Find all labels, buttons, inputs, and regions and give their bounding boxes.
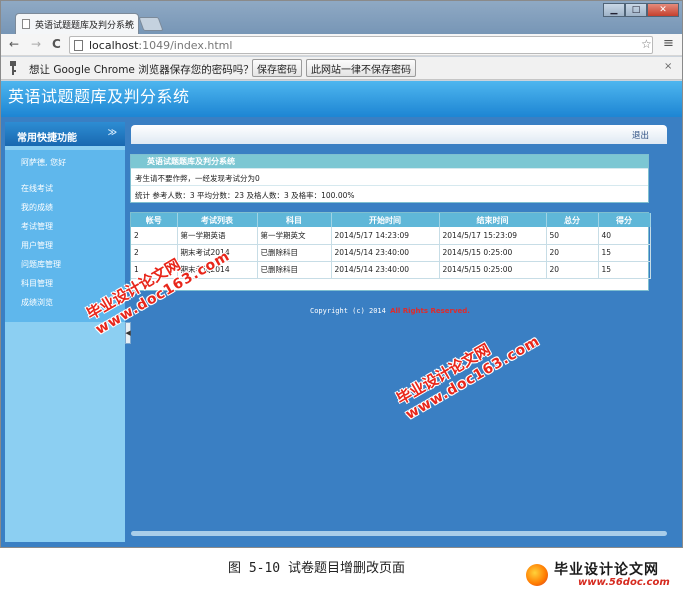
column-header: 总分 [546,213,599,227]
table-cell: 2014/5/17 14:23:09 [331,227,440,245]
sidebar-item-subject-management[interactable]: 科目管理 [21,278,53,289]
column-header: 结束时间 [439,213,547,227]
chevron-icon[interactable]: ≫ [108,128,117,138]
column-header: 开始时间 [331,213,440,227]
sidebar-item-exam-management[interactable]: 考试管理 [21,221,53,232]
site-logo: 毕业设计论文网 www.56doc.com [520,556,680,590]
app-title: 英语试题题库及判分系统 [8,87,190,106]
rights-text: All Rights Reserved. [390,307,470,315]
table-cell: 2014/5/17 15:23:09 [439,227,547,245]
chrome-menu-icon[interactable]: ≡ [663,36,674,51]
close-window-button[interactable]: ✕ [647,3,679,17]
infobar-close-icon[interactable]: × [664,61,672,72]
table-cell: 20 [546,261,599,279]
tab-close-icon[interactable]: × [125,18,133,29]
tab-strip: 英语试题题库及判分系统 × ▁ □ ✕ [1,1,682,34]
password-infobar: 想让 Google Chrome 浏览器保存您的密码吗？ 保存密码 此网站一律不… [1,57,682,80]
sidebar-item-user-management[interactable]: 用户管理 [21,240,53,251]
back-arrow-icon[interactable]: ← [9,37,19,51]
copyright-footer: Copyright (c) 2014 All Rights Reserved. [310,307,470,315]
table-cell: 50 [546,227,599,245]
tab-title: 英语试题题库及判分系统 [35,20,135,31]
table-cell: 2014/5/15 0:25:00 [439,261,547,279]
maximize-button[interactable]: □ [625,3,647,17]
table-cell: 第一学期英文 [257,227,332,245]
browser-window: 英语试题题库及判分系统 × ▁ □ ✕ ← → C localhost:1049… [0,0,683,548]
sidebar-item-score-browse[interactable]: 成绩浏览 [21,297,53,308]
table-cell: 2014/5/15 0:25:00 [439,244,547,262]
summary-panel-title: 英语试题题库及判分系统 [131,155,648,168]
sidebar-heading-label: 常用快捷功能 [17,133,77,144]
url-host: localhost [89,38,139,52]
column-header: 科目 [257,213,332,227]
sidebar-item-question-bank[interactable]: 问题库管理 [21,259,61,270]
infobar-message: 想让 Google Chrome 浏览器保存您的密码吗？ [29,64,254,76]
table-cell: 2014/5/14 23:40:00 [331,244,440,262]
page-icon [22,19,30,29]
table-cell: 2014/5/14 23:40:00 [331,261,440,279]
copyright-text: Copyright (c) 2014 [310,307,391,315]
column-header: 得分 [598,213,651,227]
url-path: :1049/index.html [138,38,233,52]
table-cell: 20 [546,244,599,262]
sidebar-heading[interactable]: 常用快捷功能 ≫ [5,122,125,146]
summary-panel: 英语试题题库及判分系统 考生请不要作弊，一经发现考试分为0 统计 参考人数：3 … [130,154,649,203]
horizontal-scrollbar[interactable] [131,531,667,536]
sidebar-collapse-handle[interactable]: ◀ [125,322,131,344]
table-header-row: 帐号 考试列表 科目 开始时间 结束时间 总分 得分 [131,213,651,227]
table-cell: 15 [598,261,651,279]
sidebar-item-online-exam[interactable]: 在线考试 [21,183,53,194]
figure-caption: 图 5-10 试卷题目增删改页面 [228,561,405,576]
logo-url: www.56doc.com [578,577,670,588]
logout-link[interactable]: 退出 [632,129,649,141]
minimize-button[interactable]: ▁ [603,3,625,17]
table-cell: 已删除科目 [257,261,332,279]
forward-arrow-icon[interactable]: → [31,37,41,51]
exam-statistics: 统计 参考人数：3 平均分数：23 及格人数：3 及格率：100.00% [131,185,648,202]
sidebar-item-my-scores[interactable]: 我的成绩 [21,202,53,213]
key-icon [10,61,16,75]
exam-notice: 考生请不要作弊，一经发现考试分为0 [131,168,648,185]
browser-tab[interactable]: 英语试题题库及判分系统 × [15,13,139,34]
never-save-button[interactable]: 此网站一律不保存密码 [306,59,416,77]
greeting-text: 阿萨德, 您好 [21,158,67,167]
browser-toolbar: ← → C localhost:1049/index.html ☆ ≡ [1,34,682,56]
logo-emblem-icon [526,564,548,586]
table-cell: 已删除科目 [257,244,332,262]
app-header: 英语试题题库及判分系统 [1,81,682,117]
save-password-button[interactable]: 保存密码 [252,59,302,77]
column-header: 考试列表 [177,213,258,227]
bookmark-star-icon[interactable]: ☆ [641,37,652,51]
table-cell: 2 [131,227,178,245]
column-header: 帐号 [131,213,178,227]
table-cell: 15 [598,244,651,262]
new-tab-button[interactable] [138,17,164,31]
table-cell: 40 [598,227,651,245]
content-topbar: 退出 [131,125,667,144]
logo-name: 毕业设计论文网 [554,562,659,578]
address-bar[interactable]: localhost:1049/index.html [69,36,653,54]
page-icon [74,39,83,51]
reload-icon[interactable]: C [52,37,61,51]
